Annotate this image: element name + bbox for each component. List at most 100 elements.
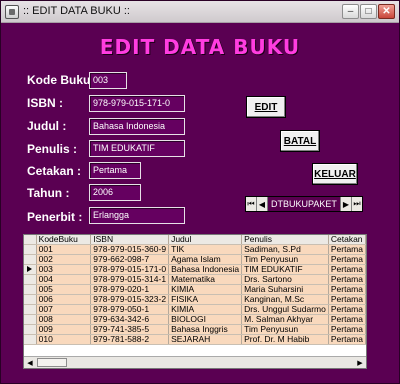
table-cell[interactable]: FISIKA: [168, 294, 243, 305]
table-cell[interactable]: Tim Penyusun: [241, 324, 329, 335]
close-button[interactable]: ✕: [378, 4, 395, 19]
table-cell[interactable]: 978-979-015-171-0: [90, 264, 170, 275]
table-cell[interactable]: SEJARAH: [168, 334, 243, 345]
table-cell[interactable]: M. Salman Akhyar: [241, 314, 329, 325]
prev-record-icon[interactable]: ◀: [257, 197, 268, 211]
table-row[interactable]: 009 979-741-385-5 Bahasa Inggris Tim Penyus…: [24, 324, 366, 335]
table-cell[interactable]: 003: [36, 264, 92, 275]
table-cell[interactable]: Pertama: [328, 244, 366, 255]
cetakan-field[interactable]: Pertama: [89, 162, 141, 179]
table-cell[interactable]: Drs. Sartono: [241, 274, 329, 285]
table-cell[interactable]: 979-662-098-7: [90, 254, 170, 265]
table-cell[interactable]: Maria Suharsini: [241, 284, 329, 295]
table-cell[interactable]: Drs. Unggul Sudarmo: [241, 304, 329, 315]
row-selector[interactable]: [24, 284, 37, 295]
table-cell[interactable]: BIOLOGI: [168, 314, 243, 325]
table-cell[interactable]: 979-741-385-5: [90, 324, 170, 335]
table-cell[interactable]: TIM EDUKATIF: [241, 264, 329, 275]
table-cell[interactable]: 009: [36, 324, 92, 335]
table-cell[interactable]: 978-979-015-323-2: [90, 294, 170, 305]
table-cell[interactable]: KIMIA: [168, 304, 243, 315]
table-cell[interactable]: 979-781-588-2: [90, 334, 170, 345]
row-selector[interactable]: [24, 314, 37, 325]
table-cell[interactable]: Pertama: [328, 304, 366, 315]
table-row[interactable]: 010 979-781-588-2 SEJARAH Prof. Dr. M Habib…: [24, 334, 366, 345]
scroll-left-icon[interactable]: ◀: [24, 357, 36, 368]
book-data-grid[interactable]: KodeBuku ISBN Judul Penulis Cetakan 001 9…: [23, 234, 367, 369]
table-cell[interactable]: 004: [36, 274, 92, 285]
table-cell[interactable]: Bahasa Indonesia: [168, 264, 243, 275]
column-header[interactable]: Cetakan: [328, 235, 366, 245]
table-row[interactable]: 008 979-634-342-6 BIOLOGI M. Salman Akhyar P…: [24, 314, 366, 325]
table-cell[interactable]: 007: [36, 304, 92, 315]
column-header[interactable]: Judul: [168, 235, 243, 245]
maximize-button[interactable]: □: [360, 4, 377, 19]
table-cell[interactable]: 978-979-015-360-9: [90, 244, 170, 255]
table-cell[interactable]: 010: [36, 334, 92, 345]
table-cell[interactable]: Pertama: [328, 294, 366, 305]
keluar-button[interactable]: KELUAR: [312, 163, 358, 185]
row-selector[interactable]: [24, 274, 37, 285]
title-bar[interactable]: :: EDIT DATA BUKU :: – □ ✕: [1, 1, 399, 23]
row-selector[interactable]: [24, 324, 37, 335]
penerbit-field[interactable]: Erlangga: [89, 207, 185, 224]
scroll-thumb[interactable]: [37, 358, 67, 367]
scroll-right-icon[interactable]: ▶: [354, 357, 366, 368]
table-cell[interactable]: Sadiman, S.Pd: [241, 244, 329, 255]
isbn-field[interactable]: 978-979-015-171-0: [89, 95, 185, 112]
table-cell[interactable]: 978-979-015-314-1: [90, 274, 170, 285]
batal-button[interactable]: BATAL: [280, 130, 320, 152]
column-header[interactable]: ISBN: [90, 235, 170, 245]
table-cell[interactable]: 008: [36, 314, 92, 325]
table-row[interactable]: 002 979-662-098-7 Agama Islam Tim Penyusun P…: [24, 254, 366, 265]
column-header[interactable]: Penulis: [241, 235, 329, 245]
edit-button[interactable]: EDIT: [246, 96, 286, 118]
row-selector[interactable]: [24, 254, 37, 265]
table-cell[interactable]: Tim Penyusun: [241, 254, 329, 265]
table-row[interactable]: 003 978-979-015-171-0 Bahasa Indonesia TIM …: [24, 264, 366, 275]
table-cell[interactable]: Pertama: [328, 334, 366, 345]
table-cell[interactable]: Pertama: [328, 274, 366, 285]
table-cell[interactable]: 001: [36, 244, 92, 255]
table-cell[interactable]: 978-979-020-1: [90, 284, 170, 295]
table-cell[interactable]: 978-979-050-1: [90, 304, 170, 315]
first-record-icon[interactable]: ⏮: [246, 197, 257, 211]
table-row[interactable]: 001 978-979-015-360-9 TIK Sadiman, S.Pd Pert…: [24, 244, 366, 255]
kode-buku-field[interactable]: 003: [89, 72, 127, 89]
table-cell[interactable]: Kanginan, M.Sc: [241, 294, 329, 305]
minimize-button[interactable]: –: [342, 4, 359, 19]
table-cell[interactable]: 005: [36, 284, 92, 295]
row-selector[interactable]: [24, 334, 37, 345]
row-selector[interactable]: [24, 304, 37, 315]
horizontal-scrollbar[interactable]: ◀ ▶: [24, 356, 366, 368]
table-cell[interactable]: Matematika: [168, 274, 243, 285]
table-cell[interactable]: 006: [36, 294, 92, 305]
table-cell[interactable]: 979-634-342-6: [90, 314, 170, 325]
row-selector[interactable]: [24, 294, 37, 305]
table-cell[interactable]: Pertama: [328, 284, 366, 295]
table-cell[interactable]: TIK: [168, 244, 243, 255]
table-row[interactable]: 007 978-979-050-1 KIMIA Drs. Unggul Sudarmo…: [24, 304, 366, 315]
table-cell[interactable]: 002: [36, 254, 92, 265]
grid-header-row: KodeBuku ISBN Judul Penulis Cetakan: [24, 235, 366, 245]
penulis-field[interactable]: TIM EDUKATIF: [89, 140, 185, 157]
judul-field[interactable]: Bahasa Indonesia: [89, 118, 185, 135]
table-row[interactable]: 006 978-979-015-323-2 FISIKA Kanginan, M.Sc…: [24, 294, 366, 305]
table-cell[interactable]: Prof. Dr. M Habib: [241, 334, 329, 345]
table-cell[interactable]: Bahasa Inggris: [168, 324, 243, 335]
table-cell[interactable]: Pertama: [328, 324, 366, 335]
app-icon[interactable]: [5, 5, 19, 19]
tahun-field[interactable]: 2006: [89, 184, 141, 201]
table-cell[interactable]: KIMIA: [168, 284, 243, 295]
table-cell[interactable]: Pertama: [328, 254, 366, 265]
table-cell[interactable]: Pertama: [328, 314, 366, 325]
table-row[interactable]: 004 978-979-015-314-1 Matematika Drs. Sarto…: [24, 274, 366, 285]
row-selector[interactable]: [24, 244, 37, 255]
table-cell[interactable]: Agama Islam: [168, 254, 243, 265]
table-cell[interactable]: Pertama: [328, 264, 366, 275]
table-row[interactable]: 005 978-979-020-1 KIMIA Maria Suharsini Pert…: [24, 284, 366, 295]
last-record-icon[interactable]: ⏭: [351, 197, 362, 211]
next-record-icon[interactable]: ▶: [340, 197, 351, 211]
row-selector[interactable]: [24, 264, 37, 275]
column-header[interactable]: KodeBuku: [36, 235, 92, 245]
